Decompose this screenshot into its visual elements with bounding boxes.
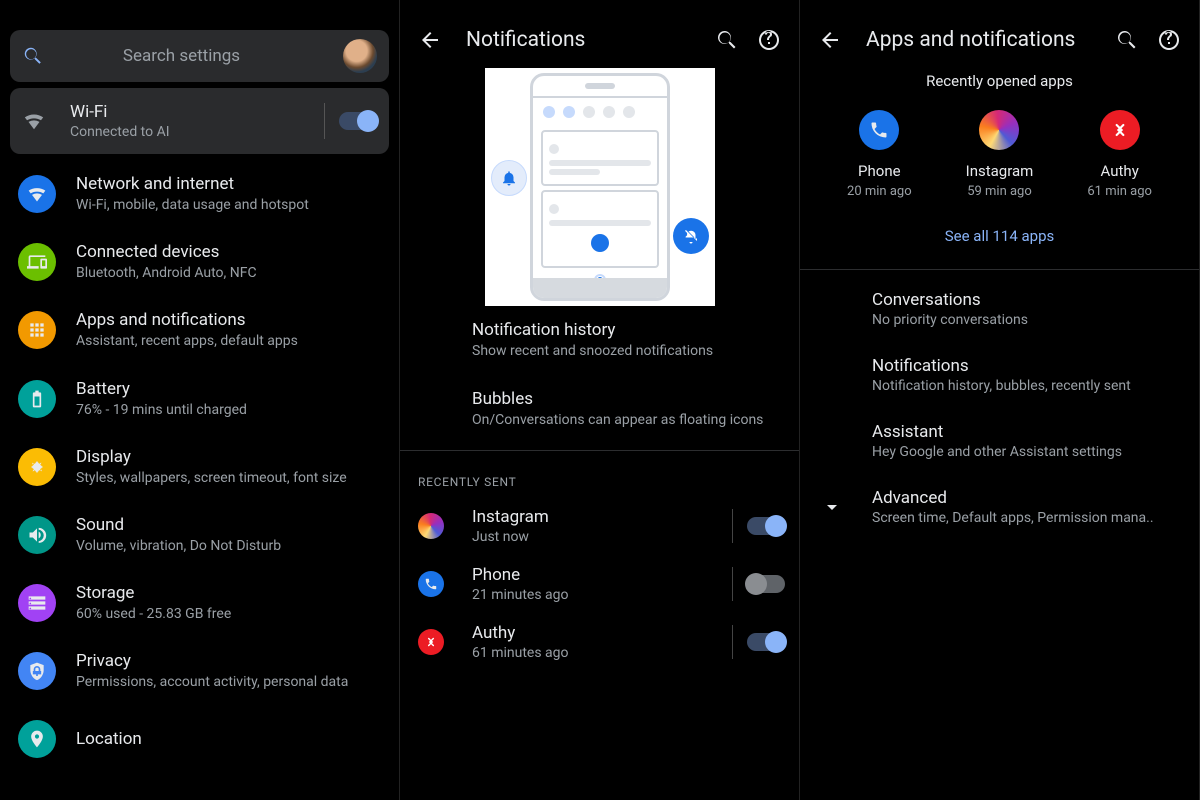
setting-subtitle: Assistant, recent apps, default apps	[76, 332, 298, 350]
setting-subtitle: Permissions, account activity, personal …	[76, 673, 348, 691]
wifi-quick-card[interactable]: Wi-Fi Connected to AI	[10, 88, 389, 154]
recent-sent-instagram[interactable]: InstagramJust now	[400, 497, 799, 555]
separator	[324, 103, 325, 139]
setting-item-location[interactable]: Location	[0, 706, 399, 772]
authy-icon	[418, 629, 444, 655]
setting-subtitle: Bluetooth, Android Auto, NFC	[76, 264, 257, 282]
notification-toggle[interactable]	[747, 633, 785, 651]
search-placeholder: Search settings	[20, 46, 343, 66]
privacy-icon	[18, 652, 56, 690]
battery-icon	[18, 380, 56, 418]
divider	[800, 269, 1199, 270]
setting-item-sound[interactable]: Sound Volume, vibration, Do Not Disturb	[0, 501, 399, 569]
notification-toggle[interactable]	[747, 517, 785, 535]
search-settings[interactable]: Search settings	[10, 30, 389, 82]
setting-item-wifi[interactable]: Network and internet Wi-Fi, mobile, data …	[0, 160, 399, 228]
wifi-icon	[18, 175, 56, 213]
location-icon	[18, 720, 56, 758]
setting-item-display[interactable]: Display Styles, wallpapers, screen timeou…	[0, 433, 399, 501]
advanced-row[interactable]: Advanced Screen time, Default apps, Perm…	[800, 474, 1199, 540]
chevron-down-icon	[820, 495, 844, 519]
back-button[interactable]	[418, 28, 442, 52]
setting-item-privacy[interactable]: Privacy Permissions, account activity, pe…	[0, 637, 399, 705]
wifi-icon	[22, 109, 46, 133]
page-title: Apps and notifications	[866, 28, 1097, 52]
notification-history-row[interactable]: Notification history Show recent and sno…	[400, 306, 799, 375]
recent-app-phone[interactable]: Phone20 min ago	[847, 110, 912, 199]
setting-subtitle: Wi-Fi, mobile, data usage and hotspot	[76, 196, 309, 214]
notifications-row[interactable]: Notifications Notification history, bubb…	[800, 342, 1199, 408]
settings-panel: Search settings Wi-Fi Connected to AI Ne…	[0, 0, 400, 800]
divider	[400, 450, 799, 451]
recent-sent-phone[interactable]: Phone21 minutes ago	[400, 555, 799, 613]
assistant-row[interactable]: Assistant Hey Google and other Assistant…	[800, 408, 1199, 474]
see-all-apps-link[interactable]: See all 114 apps	[800, 223, 1199, 263]
notifications-panel: Notifications Notification history Show …	[400, 0, 800, 800]
account-avatar[interactable]	[343, 39, 377, 73]
notification-toggle[interactable]	[747, 575, 785, 593]
setting-item-apps[interactable]: Apps and notifications Assistant, recent …	[0, 296, 399, 364]
back-button[interactable]	[818, 28, 842, 52]
wifi-toggle[interactable]	[339, 112, 377, 130]
setting-subtitle: Styles, wallpapers, screen timeout, font…	[76, 469, 347, 487]
setting-title: Privacy	[76, 651, 348, 671]
bubbles-row[interactable]: Bubbles On/Conversations can appear as f…	[400, 375, 799, 444]
wifi-subtitle: Connected to AI	[70, 124, 310, 140]
apps-notifications-panel: Apps and notifications Recently opened a…	[800, 0, 1200, 800]
setting-title: Location	[76, 729, 142, 749]
wifi-title: Wi-Fi	[70, 102, 310, 122]
setting-title: Apps and notifications	[76, 310, 298, 330]
help-icon[interactable]	[757, 28, 781, 52]
setting-subtitle: Volume, vibration, Do Not Disturb	[76, 537, 281, 555]
sound-icon	[18, 516, 56, 554]
search-icon[interactable]	[715, 28, 739, 52]
recently-opened-header: Recently opened apps	[800, 68, 1199, 110]
authy-icon	[1100, 110, 1140, 150]
recent-app-authy[interactable]: Authy61 min ago	[1087, 110, 1152, 199]
instagram-icon	[418, 513, 444, 539]
setting-title: Storage	[76, 583, 231, 603]
setting-title: Connected devices	[76, 242, 257, 262]
phone-icon	[418, 571, 444, 597]
notifications-illustration	[485, 68, 715, 306]
bell-off-icon	[673, 218, 709, 254]
setting-title: Sound	[76, 515, 281, 535]
recent-app-instagram[interactable]: Instagram59 min ago	[966, 110, 1034, 199]
help-icon[interactable]	[1157, 28, 1181, 52]
setting-item-battery[interactable]: Battery 76% - 19 mins until charged	[0, 365, 399, 433]
setting-subtitle: 76% - 19 mins until charged	[76, 401, 247, 419]
recently-sent-label: Recently sent	[400, 457, 799, 497]
page-title: Notifications	[466, 28, 697, 52]
bell-icon	[491, 160, 527, 196]
phone-icon	[859, 110, 899, 150]
recent-sent-authy[interactable]: Authy61 minutes ago	[400, 613, 799, 671]
display-icon	[18, 448, 56, 486]
setting-title: Network and internet	[76, 174, 309, 194]
storage-icon	[18, 584, 56, 622]
instagram-icon	[979, 110, 1019, 150]
conversations-row[interactable]: Conversations No priority conversations	[800, 276, 1199, 342]
setting-title: Display	[76, 447, 347, 467]
setting-item-storage[interactable]: Storage 60% used - 25.83 GB free	[0, 569, 399, 637]
setting-subtitle: 60% used - 25.83 GB free	[76, 605, 231, 623]
apps-icon	[18, 311, 56, 349]
setting-item-devices[interactable]: Connected devices Bluetooth, Android Auto…	[0, 228, 399, 296]
setting-title: Battery	[76, 379, 247, 399]
search-icon[interactable]	[1115, 28, 1139, 52]
devices-icon	[18, 243, 56, 281]
